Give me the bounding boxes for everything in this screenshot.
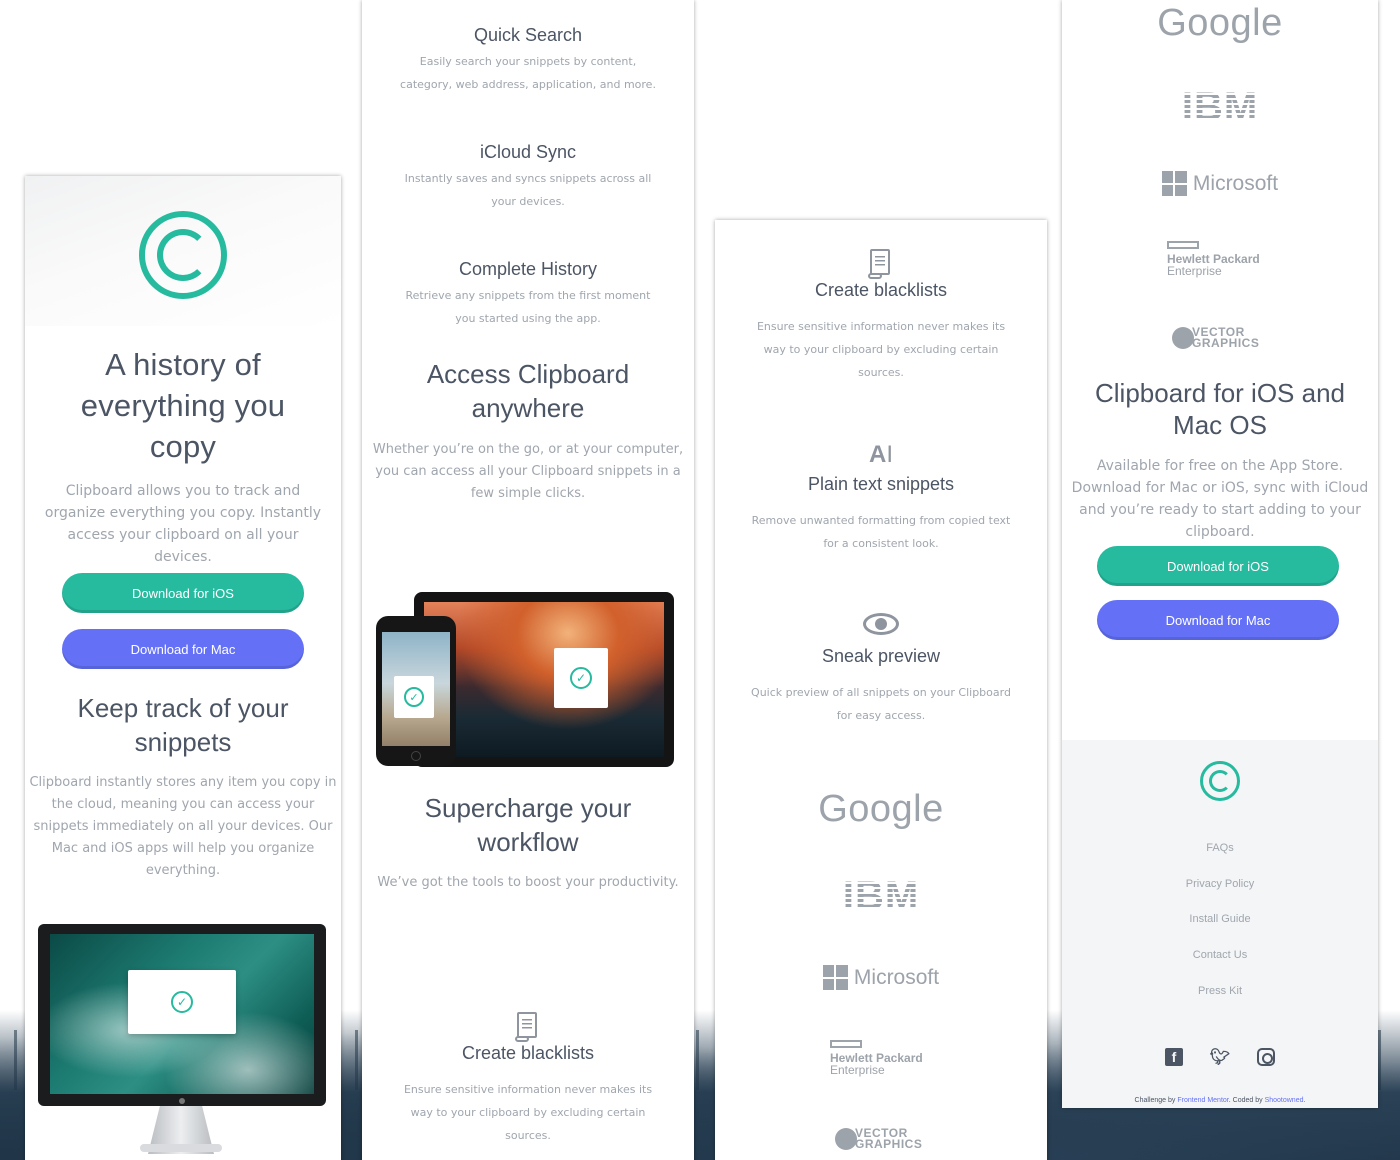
- attribution: Challenge by Frontend Mentor. Coded by S…: [1134, 1097, 1306, 1104]
- apple-logo-icon: [179, 1098, 185, 1104]
- footer-link-install-guide[interactable]: Install Guide: [1062, 913, 1378, 925]
- tool-text: Ensure sensitive information never makes…: [756, 320, 1006, 379]
- blacklist-icon: [868, 247, 894, 279]
- tool-text: Quick preview of all snippets on your Cl…: [751, 686, 1011, 722]
- footer-link-press-kit[interactable]: Press Kit: [1062, 985, 1378, 997]
- panel-hero: A history of everything you copy Clipboa…: [25, 176, 341, 1160]
- tool-title: Sneak preview: [821, 646, 941, 666]
- google-logo: Google: [818, 788, 944, 830]
- monitor-stand-base: [140, 1144, 222, 1152]
- supercharge-title: Supercharge your workflow: [424, 793, 632, 857]
- access-title: Access Clipboard anywhere: [426, 359, 630, 423]
- hpe-logo: Hewlett Packard Enterprise: [1167, 241, 1260, 277]
- feature-text: Retrieve any snippets from the first mom…: [405, 289, 651, 325]
- microsoft-logo: Microsoft: [715, 965, 1047, 990]
- clipboard-logo-icon: [139, 211, 227, 299]
- panel-cta: Google IBM Microsoft Hewlett Packard Ent…: [1062, 0, 1378, 1108]
- author-link[interactable]: Shootowned: [1265, 1097, 1304, 1104]
- hero-title: A history of everything you copy: [80, 347, 286, 464]
- blacklist-text: Ensure sensitive information never makes…: [403, 1083, 653, 1142]
- hero-text: Clipboard allows you to track and organi…: [44, 483, 322, 565]
- frontend-mentor-link[interactable]: Frontend Mentor: [1177, 1097, 1228, 1104]
- tool-text: Remove unwanted formatting from copied t…: [751, 514, 1011, 550]
- social-links: f 🐦︎: [1062, 1048, 1378, 1066]
- check-icon: ✓: [171, 991, 193, 1013]
- vector-graphics-logo: VECTOR GRAPHICS: [1172, 326, 1259, 349]
- check-icon: ✓: [570, 667, 592, 689]
- feature-text: Instantly saves and syncs snippets acros…: [404, 172, 652, 208]
- phone-image: ✓: [376, 616, 456, 766]
- feature-title: Quick Search: [473, 25, 583, 45]
- snippet-card: ✓: [554, 648, 608, 708]
- tool-title: Plain text snippets: [807, 474, 955, 494]
- google-logo: Google: [1157, 2, 1283, 44]
- instagram-icon[interactable]: [1257, 1048, 1275, 1066]
- ibm-logo: IBM: [1181, 85, 1259, 130]
- panel-tools: Create blacklists Ensure sensitive infor…: [715, 220, 1047, 1160]
- clipboard-logo-icon: [1200, 761, 1240, 801]
- ibm-logo: IBM: [842, 874, 920, 919]
- footer-link-faqs[interactable]: FAQs: [1062, 842, 1378, 854]
- twitter-icon[interactable]: 🐦︎: [1210, 1048, 1230, 1066]
- snippet-card: ✓: [394, 676, 434, 718]
- download-mac-button[interactable]: Download for Mac: [1097, 600, 1339, 640]
- supercharge-text: We’ve got the tools to boost your produc…: [377, 875, 679, 890]
- check-icon: ✓: [404, 687, 424, 707]
- cta-text: Available for free on the App Store. Dow…: [1071, 458, 1369, 540]
- panel-features: Quick Search Easily search your snippets…: [362, 0, 694, 1160]
- track-title: Keep track of your snippets: [77, 693, 289, 757]
- cta-title: Clipboard for iOS and Mac OS: [1094, 378, 1346, 440]
- access-text: Whether you’re on the go, or at your com…: [372, 442, 684, 501]
- feature-text: Easily search your snippets by content, …: [400, 55, 656, 91]
- tool-title: Create blacklists: [814, 280, 948, 300]
- feature-title: Complete History: [458, 259, 598, 279]
- monitor-image: ✓: [38, 924, 326, 1106]
- text-icon: AI: [868, 441, 893, 468]
- blacklist-icon: [515, 1010, 541, 1042]
- vector-graphics-logo: VECTOR GRAPHICS: [835, 1127, 922, 1150]
- microsoft-logo: Microsoft: [1062, 171, 1378, 196]
- snippet-card: ✓: [128, 970, 236, 1034]
- facebook-icon[interactable]: f: [1165, 1048, 1183, 1066]
- download-mac-button[interactable]: Download for Mac: [62, 629, 304, 669]
- footer-link-contact[interactable]: Contact Us: [1062, 949, 1378, 961]
- footer-link-privacy[interactable]: Privacy Policy: [1062, 878, 1378, 890]
- blacklist-title: Create blacklists: [461, 1043, 595, 1063]
- track-text: Clipboard instantly stores any item you …: [29, 775, 337, 878]
- download-ios-button[interactable]: Download for iOS: [1097, 546, 1339, 586]
- download-ios-button[interactable]: Download for iOS: [62, 573, 304, 613]
- preview-icon: [715, 611, 1047, 637]
- hpe-logo: Hewlett Packard Enterprise: [830, 1040, 923, 1076]
- feature-title: iCloud Sync: [479, 142, 577, 162]
